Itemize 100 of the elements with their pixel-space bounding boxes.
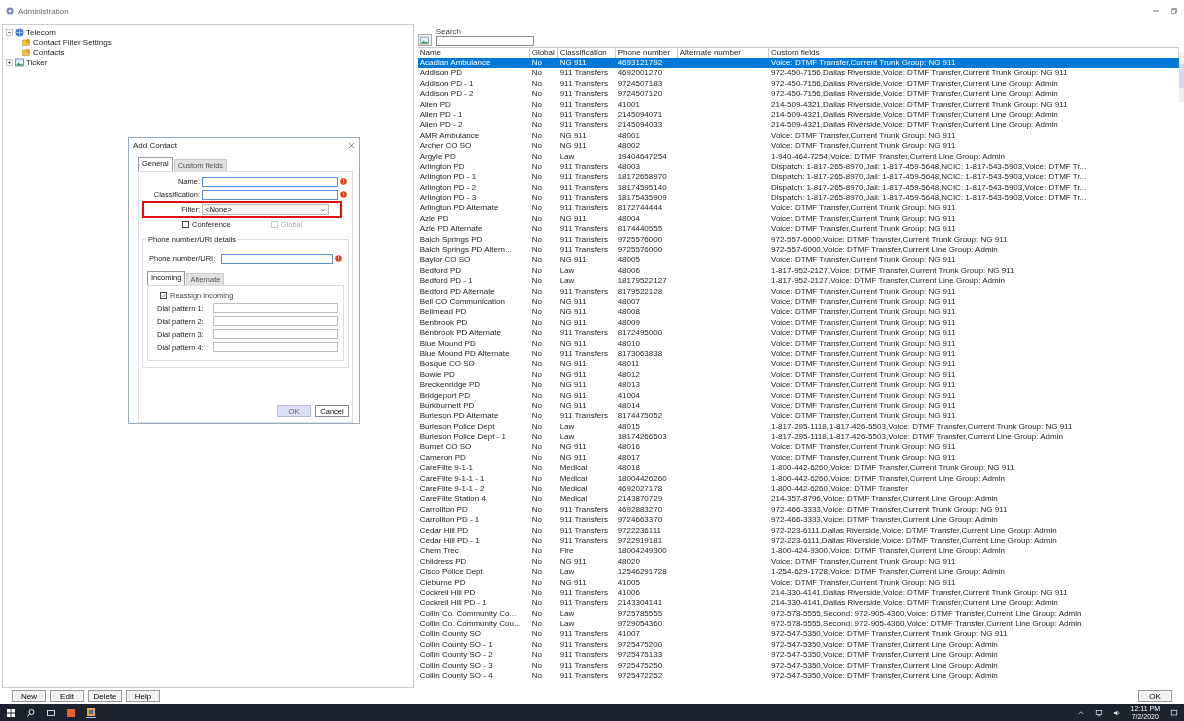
table-row[interactable]: Collin County SO - 1 No 911 Transfers 9725475200 972-547-5350,Voice: DTMF Transfer,Current Line Group: Admin xyxy=(417,639,1179,651)
minimize-icon[interactable] xyxy=(1152,7,1160,15)
table-row[interactable]: Arlington PD - 1 No 911 Transfers 18172658970 Dispatch: 1-817-265-8970,Jail: 1-817-459-5648,NCIC: 1-817-543-5903,Voice: DTMF Tr... xyxy=(417,172,1179,183)
input-field[interactable] xyxy=(213,329,338,339)
input-field[interactable] xyxy=(213,316,338,326)
table-row[interactable]: Arlington PD - 3 No 911 Transfers 18175435909 Dispatch: 1-817-265-8970,Jail: 1-817-459-5648,NCIC: 1-817-543-5903,Voice: DTMF Tr... xyxy=(417,193,1179,204)
table-row[interactable]: Cedar Hill PD - 1 No 911 Transfers 9722919181 972-223-6111,Dallas Riverside,Voice: DTMF Transfer,Current Line Group: Admin xyxy=(417,535,1179,547)
table-row[interactable]: Bell CO Communication No NG 911 48007 Voice: DTMF Transfer,Current Trunk Group: NG 911 xyxy=(417,297,1179,308)
table-row[interactable]: Allen PD No 911 Transfers 41001 214-509-4321,Dallas Riverside,Voice: DTMF Transfer,Current Trunk Group: NG 911 xyxy=(417,99,1179,110)
task-view-icon[interactable] xyxy=(46,707,56,718)
table-row[interactable]: Bridgeport PD No NG 911 41004 Voice: DTMF Transfer,Current Trunk Group: NG 911 xyxy=(417,390,1179,401)
table-row[interactable]: CareFlite 9-1-1 No Medical 48018 1-800-442-6260,Voice: DTMF Transfer,Current Trunk Group: NG 911 xyxy=(417,463,1179,474)
table-row[interactable]: AMR Ambulance No NG 911 48001 Voice: DTMF Transfer,Current Trunk Group: NG 911 xyxy=(417,130,1179,142)
table-row[interactable]: Allen PD - 2 No 911 Transfers 2145094033 214-509-4321,Dallas Riverside,Voice: DTMF Transfer,Current Line Group: Admin xyxy=(417,120,1179,131)
network-icon[interactable] xyxy=(1094,708,1103,717)
expander-icon[interactable] xyxy=(6,58,13,66)
table-row[interactable]: Burleson PD Alternate No 911 Transfers 8174475052 Voice: DTMF Transfer,Current Trunk Group: NG 911 xyxy=(417,411,1179,422)
image-button[interactable] xyxy=(417,34,432,46)
tree-item[interactable]: Contacts xyxy=(33,47,65,57)
table-row[interactable]: Burleson Police Dept - 1 No Law 18174266503 1-817-295-1118,1-817-426-5503,Voice: DTMF Transfer,Current Line Group: Admin xyxy=(417,432,1179,443)
table-row[interactable]: Arlington PD Alternate No 911 Transfers 8172744444 Voice: DTMF Transfer,Current Trunk Group: NG 911 xyxy=(417,203,1179,214)
table-row[interactable]: Balch Springs PD No 911 Transfers 9725576000 972-557-6000,Voice: DTMF Transfer,Current Trunk Group: NG 911 xyxy=(417,234,1179,246)
ok-button[interactable]: OK xyxy=(1138,690,1172,702)
table-row[interactable]: Bowie PD No NG 911 48012 Voice: DTMF Transfer,Current Trunk Group: NG 911 xyxy=(417,369,1179,381)
table-row[interactable]: Burnet CO SO No NG 911 48016 Voice: DTMF Transfer,Current Trunk Group: NG 911 xyxy=(417,442,1179,453)
input-field[interactable] xyxy=(221,253,333,264)
caret-icon[interactable] xyxy=(1076,708,1085,717)
table-cell-text: Voice: DTMF Transfer,Current Trunk Group: NG 911 xyxy=(770,556,957,568)
table-row[interactable]: Bedford PD Alternate No 911 Transfers 8179522128 Voice: DTMF Transfer,Current Trunk Group: NG 911 xyxy=(417,286,1179,297)
table-row[interactable]: Collin Co. Community Co... No Law 9725785555 972-578-5555,Second: 972-905-4360,Voice: DTMF Transfer,Current Line Group: Admin xyxy=(417,608,1179,620)
app-icon[interactable] xyxy=(66,707,76,718)
table-row[interactable]: Bellmead PD No NG 911 48008 Voice: DTMF Transfer,Current Trunk Group: NG 911 xyxy=(417,307,1179,318)
input-field[interactable] xyxy=(202,189,338,200)
table-row[interactable]: Carrollton PD No 911 Transfers 4692883270 972-466-3333,Voice: DTMF Transfer,Current Trunk Group: NG 911 xyxy=(417,504,1179,516)
table-row[interactable]: Collin County SO - 4 No 911 Transfers 9725472252 972-547-5350,Voice: DTMF Transfer,Current Line Group: Admin xyxy=(417,671,1179,682)
table-row[interactable]: Cleburne PD No NG 911 41005 Voice: DTMF Transfer,Current Trunk Group: NG 911 xyxy=(417,577,1179,588)
table-row[interactable]: Addison PD No 911 Transfers 4692001270 972-450-7156,Dallas Riverside,Voice: DTMF Transfer,Current Trunk Group: NG 911 xyxy=(417,68,1179,79)
close-icon[interactable] xyxy=(348,142,355,149)
table-row[interactable]: Collin County SO - 3 No 911 Transfers 9725475250 972-547-5350,Voice: DTMF Transfer,Current Line Group: Admin xyxy=(417,660,1179,672)
windows-icon[interactable] xyxy=(6,707,16,718)
table-row[interactable]: Burleson Police Dept No Law 48015 1-817-295-1118,1-817-426-5503,Voice: DTMF Transfer,Current Trunk Group: NG 911 xyxy=(417,421,1179,433)
scroll-thumb[interactable] xyxy=(1179,64,1184,88)
tree-item[interactable]: Telecom xyxy=(26,27,56,37)
expander-icon[interactable] xyxy=(6,28,13,36)
table-row[interactable]: Cockrell Hill PD - 1 No 911 Transfers 2143304141 214-330-4141,Dallas Riverside,Voice: DTMF Transfer,Current Line Group: Admin xyxy=(417,598,1179,609)
table-row[interactable]: Addison PD - 2 No 911 Transfers 9724507120 972-450-7156,Dallas Riverside,Voice: DTMF Transfer,Current Line Group: Admin xyxy=(417,89,1179,100)
table-cell-text: Cisco Police Dept xyxy=(418,567,484,578)
tree-item[interactable]: Contact Filter Settings xyxy=(33,37,112,47)
search-field[interactable] xyxy=(435,36,534,46)
action-button[interactable]: Edit xyxy=(50,690,84,702)
table-row[interactable]: Breckenridge PD No NG 911 48013 Voice: DTMF Transfer,Current Trunk Group: NG 911 xyxy=(417,380,1179,391)
table-row[interactable]: Blue Mound PD No NG 911 48010 Voice: DTMF Transfer,Current Trunk Group: NG 911 xyxy=(417,338,1179,349)
checkbox[interactable] xyxy=(182,221,189,228)
table-row[interactable]: Benbrook PD No NG 911 48009 Voice: DTMF Transfer,Current Trunk Group: NG 911 xyxy=(417,317,1179,329)
notification-icon[interactable] xyxy=(1170,708,1178,717)
table-row[interactable]: Acadian Ambulance No NG 911 4693121792 Voice: DTMF Transfer,Current Trunk Group: NG 911 xyxy=(417,58,1179,69)
table-row[interactable]: Bedford PD - 1 No Law 18179522127 1-817-952-2127,Voice: DTMF Transfer,Current Line Group: Admin xyxy=(417,276,1179,287)
table-row[interactable]: Argyle PD No Law 19404647254 1-940-464-7254,Voice: DTMF Transfer,Current Line Group: Admin xyxy=(417,151,1179,162)
checkbox[interactable] xyxy=(160,292,167,299)
table-row[interactable]: Benbrook PD Alternate No 911 Transfers 8172495000 Voice: DTMF Transfer,Current Trunk Group: NG 911 xyxy=(417,328,1179,339)
table-row[interactable]: Collin Co. Community Cou... No Law 9729054360 972-578-5555,Second: 972-905-4360,Voice: DTMF Transfer,Current Line Group: Admin xyxy=(417,619,1179,630)
table-row[interactable]: Cedar Hill PD No 911 Transfers 9722236111 972-223-6111,Dallas Riverside,Voice: DTMF Transfer,Current Line Group: Admin xyxy=(417,525,1179,536)
table-row[interactable]: Addison PD - 1 No 911 Transfers 9724507183 972-450-7156,Dallas Riverside,Voice: DTMF Transfer,Current Line Group: Admin xyxy=(417,78,1179,90)
table-cell-text: Childress PD xyxy=(418,556,468,568)
table-row[interactable]: Archer CO SO No NG 911 48002 Voice: DTMF Transfer,Current Trunk Group: NG 911 xyxy=(417,141,1179,152)
table-row[interactable]: CareFlite 9-1-1 - 2 No Medical 4692027178 1-800-442-6260,Voice: DTMF Transfer xyxy=(417,484,1179,495)
scrollbar[interactable] xyxy=(1179,52,1184,102)
table-row[interactable]: CareFlite Station 4 No Medical 2143870729 214-357-8796,Voice: DTMF Transfer,Current Line Group: Admin xyxy=(417,494,1179,505)
table-cell-text: Law xyxy=(558,421,576,433)
action-button[interactable]: Help xyxy=(126,690,160,702)
table-row[interactable]: Carrollton PD - 1 No 911 Transfers 9724663370 972-466-3333,Voice: DTMF Transfer,Current Line Group: Admin xyxy=(417,515,1179,526)
input-field[interactable] xyxy=(213,342,338,352)
table-row[interactable]: Bedford PD No Law 48006 1-817-952-2127,Voice: DTMF Transfer,Current Trunk Group: NG 911 xyxy=(417,265,1179,277)
table-row[interactable]: Collin County SO - 2 No 911 Transfers 9725475133 972-547-5350,Voice: DTMF Transfer,Current Line Group: Admin xyxy=(417,650,1179,661)
restore-icon[interactable] xyxy=(1170,7,1178,15)
search-icon[interactable] xyxy=(26,707,36,718)
table-row[interactable]: Arlington PD No 911 Transfers 48003 Dispatch: 1-817-265-8970,Jail: 1-817-459-5648,NCIC: 1-817-543-5903,Voice: DTMF Tr... xyxy=(417,161,1179,173)
table-row[interactable]: Childress PD No NG 911 48020 Voice: DTMF Transfer,Current Trunk Group: NG 911 xyxy=(417,556,1179,568)
volume-icon[interactable] xyxy=(1112,708,1121,717)
table-row[interactable]: Balch Springs PD Altern... No 911 Transfers 9725576000 972-557-6000,Voice: DTMF Transfer,Current Line Group: Admin xyxy=(417,245,1179,256)
table-row[interactable]: Bosque CO SO No NG 911 48011 Voice: DTMF Transfer,Current Trunk Group: NG 911 xyxy=(417,359,1179,370)
table-row[interactable]: Cisco Police Dept No Law 12546291728 1-254-629-1728,Voice: DTMF Transfer,Current Line Group: Admin xyxy=(417,567,1179,578)
table-row[interactable]: Cockrell Hill PD No 911 Transfers 41006 214-330-4141,Dallas Riverside,Voice: DTMF Transfer,Current Trunk Group: NG 911 xyxy=(417,587,1179,599)
table-row[interactable]: Azle PD Alternate No 911 Transfers 8174440555 Voice: DTMF Transfer,Current Trunk Group: NG 911 xyxy=(417,224,1179,235)
input-field[interactable] xyxy=(213,303,338,313)
table-row[interactable]: Burkburnett PD No NG 911 48014 Voice: DTMF Transfer,Current Trunk Group: NG 911 xyxy=(417,400,1179,412)
table-row[interactable]: Cameron PD No NG 911 48017 Voice: DTMF Transfer,Current Trunk Group: NG 911 xyxy=(417,452,1179,464)
table-row[interactable]: Collin County SO No 911 Transfers 41007 972-547-5350,Voice: DTMF Transfer,Current Trunk Group: NG 911 xyxy=(417,629,1179,640)
table-row[interactable]: Chem Trec No Fire 18004249300 1-800-424-9300,Voice: DTMF Transfer,Current Line Group: Admin xyxy=(417,546,1179,557)
table-row[interactable]: CareFlite 9-1-1 - 1 No Medical 18004426260 1-800-442-6260,Voice: DTMF Transfer,Current Line Group: Admin xyxy=(417,473,1179,484)
table-row[interactable]: Baylor CO SO No NG 911 48005 Voice: DTMF Transfer,Current Trunk Group: NG 911 xyxy=(417,255,1179,266)
app-icon[interactable] xyxy=(86,707,96,718)
table-row[interactable]: Arlington PD - 2 No 911 Transfers 18174595140 Dispatch: 1-817-265-8970,Jail: 1-817-459-5648,NCIC: 1-817-543-5903,Voice: DTMF Tr... xyxy=(417,182,1179,194)
tree-item[interactable]: Ticker xyxy=(26,57,48,67)
input-field[interactable] xyxy=(202,176,338,187)
table-row[interactable]: Azle PD No NG 911 48004 Voice: DTMF Transfer,Current Trunk Group: NG 911 xyxy=(417,213,1179,225)
table-row[interactable]: Blue Mound PD Alternate No 911 Transfers 8173063838 Voice: DTMF Transfer,Current Trunk Group: NG 911 xyxy=(417,348,1179,360)
table-row[interactable]: Allen PD - 1 No 911 Transfers 2145094071 214-509-4321,Dallas Riverside,Voice: DTMF Transfer,Current Line Group: Admin xyxy=(417,109,1179,121)
action-button[interactable]: Delete xyxy=(88,690,122,702)
action-button[interactable]: New xyxy=(12,690,46,702)
